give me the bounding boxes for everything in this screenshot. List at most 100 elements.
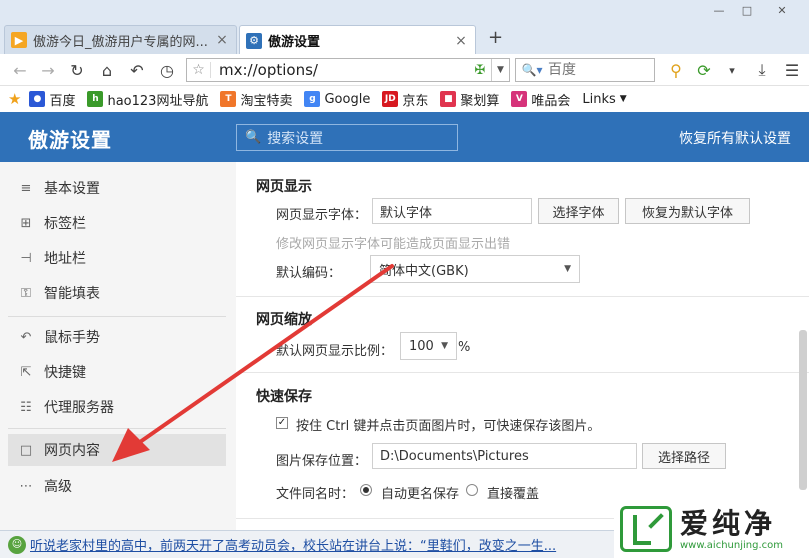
watermark-text: 爱纯净 www.aichunjing.com: [680, 507, 783, 551]
zoom-unit: %: [458, 340, 471, 355]
restore-all-defaults-link[interactable]: 恢复所有默认设置: [679, 128, 791, 148]
page-content-icon: □: [19, 442, 33, 458]
sidebar-item-advanced[interactable]: ⋯ 高级: [8, 470, 226, 502]
bookmarks-bar: ★ ● 百度 h hao123网址导航 T 淘宝特卖 g Google JD 京…: [0, 86, 809, 112]
bookmark-vip[interactable]: V 唯品会: [511, 90, 570, 109]
bookmark-juhuasuan[interactable]: ■ 聚划算: [440, 90, 499, 109]
bookmark-star-icon[interactable]: ☆: [187, 62, 211, 78]
zoom-select[interactable]: 100 ▼: [400, 332, 457, 360]
tabs-icon: ⊞: [20, 215, 32, 231]
title-bar: — □ ✕ ▶ 傲游今日_傲游用户专属的网... × ⚙ 傲游设置 × +: [0, 0, 809, 55]
sidebar-item-page-content[interactable]: □ 网页内容: [8, 434, 226, 466]
settings-header: 傲游设置 🔍 搜索设置 恢复所有默认设置: [0, 112, 809, 162]
save-path-label: 图片保存位置：: [276, 454, 368, 469]
rename-radio[interactable]: [360, 484, 372, 496]
choose-path-button[interactable]: 选择路径: [642, 443, 726, 469]
bookmark-label: hao123网址导航: [107, 93, 209, 109]
menu-icon[interactable]: ☰: [782, 60, 802, 80]
sidebar-item-label: 地址栏: [44, 251, 86, 267]
content-scrollbar[interactable]: [799, 330, 807, 490]
tab-maxthon-today[interactable]: ▶ 傲游今日_傲游用户专属的网... ×: [4, 25, 237, 54]
sidebar-item-label: 高级: [44, 479, 72, 495]
key-icon[interactable]: ⚲: [666, 60, 686, 80]
favorites-star-icon[interactable]: ★: [8, 90, 21, 108]
choose-font-button[interactable]: 选择字体: [538, 198, 619, 224]
chevron-down-icon: ▼: [441, 341, 448, 351]
bookmark-google[interactable]: g Google: [304, 91, 370, 107]
sidebar-item-proxy[interactable]: ☷ 代理服务器: [8, 391, 226, 423]
quicksave-checkbox-label: 按住 Ctrl 键并点击页面图片时，可快速保存该图片。: [296, 419, 601, 434]
bookmark-jd[interactable]: JD 京东: [382, 90, 428, 109]
encoding-select[interactable]: 简体中文(GBK) ▼: [370, 255, 580, 283]
home-icon[interactable]: ⌂: [97, 60, 117, 80]
pin-icon[interactable]: ✠: [469, 63, 491, 78]
bookmark-label: 聚划算: [460, 93, 500, 109]
section-title-zoom: 网页缩放: [256, 312, 312, 328]
search-box[interactable]: 🔍▾: [515, 58, 655, 82]
bookmark-label: 淘宝特卖: [240, 93, 293, 109]
new-tab-button[interactable]: +: [488, 27, 503, 48]
quicksave-checkbox[interactable]: ✓: [276, 417, 288, 429]
bookmark-label: Google: [324, 91, 371, 107]
settings-search-input[interactable]: 🔍 搜索设置: [236, 124, 458, 151]
sidebar-item-autofill[interactable]: ⚿ 智能填表: [8, 277, 226, 309]
encoding-label: 默认编码：: [276, 266, 342, 281]
bookmark-links-folder[interactable]: Links ▼: [582, 92, 626, 107]
font-label: 网页显示字体：: [276, 208, 368, 223]
bookmark-label: 京东: [402, 93, 429, 109]
translate-icon[interactable]: ⟳: [694, 60, 714, 80]
sidebar-item-label: 智能填表: [44, 286, 100, 302]
close-tab-icon[interactable]: ×: [214, 32, 230, 48]
zoom-label: 默认网页显示比例：: [276, 344, 394, 359]
minimize-button[interactable]: —: [705, 0, 733, 20]
sidebar-item-shortcuts[interactable]: ⇱ 快捷键: [8, 356, 226, 388]
sidebar-item-mouse-gesture[interactable]: ↶ 鼠标手势: [8, 321, 226, 353]
refresh-icon[interactable]: ↻: [67, 60, 87, 80]
tab-title: 傲游今日_傲游用户专属的网...: [33, 34, 208, 50]
download-icon[interactable]: ⤓: [752, 60, 772, 80]
chevron-down-icon[interactable]: ▼: [491, 59, 509, 81]
forward-arrow-icon[interactable]: →: [38, 60, 58, 80]
bookmark-hao123[interactable]: h hao123网址导航: [87, 90, 208, 109]
undo-icon[interactable]: ↶: [127, 60, 147, 80]
bookmark-baidu[interactable]: ● 百度: [29, 90, 75, 109]
back-arrow-icon[interactable]: ←: [10, 60, 30, 80]
chevron-down-icon[interactable]: ▾: [722, 60, 742, 80]
taobao-icon: T: [220, 91, 237, 107]
vip-icon: V: [511, 91, 528, 107]
save-path-field[interactable]: D:\Documents\Pictures: [372, 443, 637, 469]
bookmark-label: 唯品会: [531, 93, 571, 109]
chevron-down-icon: ▼: [564, 264, 571, 274]
chevron-down-icon: ▼: [619, 94, 627, 104]
close-tab-icon[interactable]: ×: [453, 33, 469, 49]
tab-settings[interactable]: ⚙ 傲游设置 ×: [239, 25, 476, 55]
shortcut-icon: ⇱: [20, 364, 32, 380]
sidebar-item-address-bar[interactable]: ⊣ 地址栏: [8, 242, 226, 274]
section-divider: [236, 372, 809, 373]
zoom-value: 100: [409, 338, 434, 354]
sidebar-item-tabs[interactable]: ⊞ 标签栏: [8, 207, 226, 239]
bookmark-label: 百度: [49, 93, 76, 109]
sidebar-item-label: 代理服务器: [44, 400, 114, 416]
history-clock-icon[interactable]: ◷: [157, 60, 177, 80]
page-title: 傲游设置: [28, 128, 112, 152]
news-ticker-link[interactable]: 听说老家村里的高中，前两天开了高考动员会，校长站在讲台上说：“里鞋们，改变之一生…: [30, 535, 590, 554]
close-window-button[interactable]: ✕: [761, 0, 803, 20]
bookmark-taobao[interactable]: T 淘宝特卖: [220, 90, 292, 109]
restore-default-font-button[interactable]: 恢复为默认字体: [625, 198, 750, 224]
address-bar[interactable]: ☆ mx://options/ ✠ ▼: [186, 58, 510, 82]
search-engine-icon[interactable]: 🔍▾: [516, 59, 548, 81]
proxy-icon: ☷: [20, 399, 32, 415]
font-field[interactable]: 默认字体: [372, 198, 532, 224]
url-text[interactable]: mx://options/: [211, 61, 469, 79]
window-controls: — □ ✕: [705, 0, 803, 20]
news-icon: ☺: [8, 535, 26, 554]
search-input[interactable]: [548, 62, 654, 78]
maximize-button[interactable]: □: [733, 0, 761, 20]
mouse-gesture-icon: ↶: [20, 329, 32, 345]
sidebar-item-label: 鼠标手势: [44, 330, 100, 346]
sidebar-item-label: 基本设置: [44, 181, 100, 197]
overwrite-radio[interactable]: [466, 484, 478, 496]
settings-sidebar: ≡ 基本设置 ⊞ 标签栏 ⊣ 地址栏 ⚿ 智能填表 ↶ 鼠标手势 ⇱ 快捷键 ☷…: [0, 162, 236, 530]
sidebar-item-basic[interactable]: ≡ 基本设置: [8, 172, 226, 204]
